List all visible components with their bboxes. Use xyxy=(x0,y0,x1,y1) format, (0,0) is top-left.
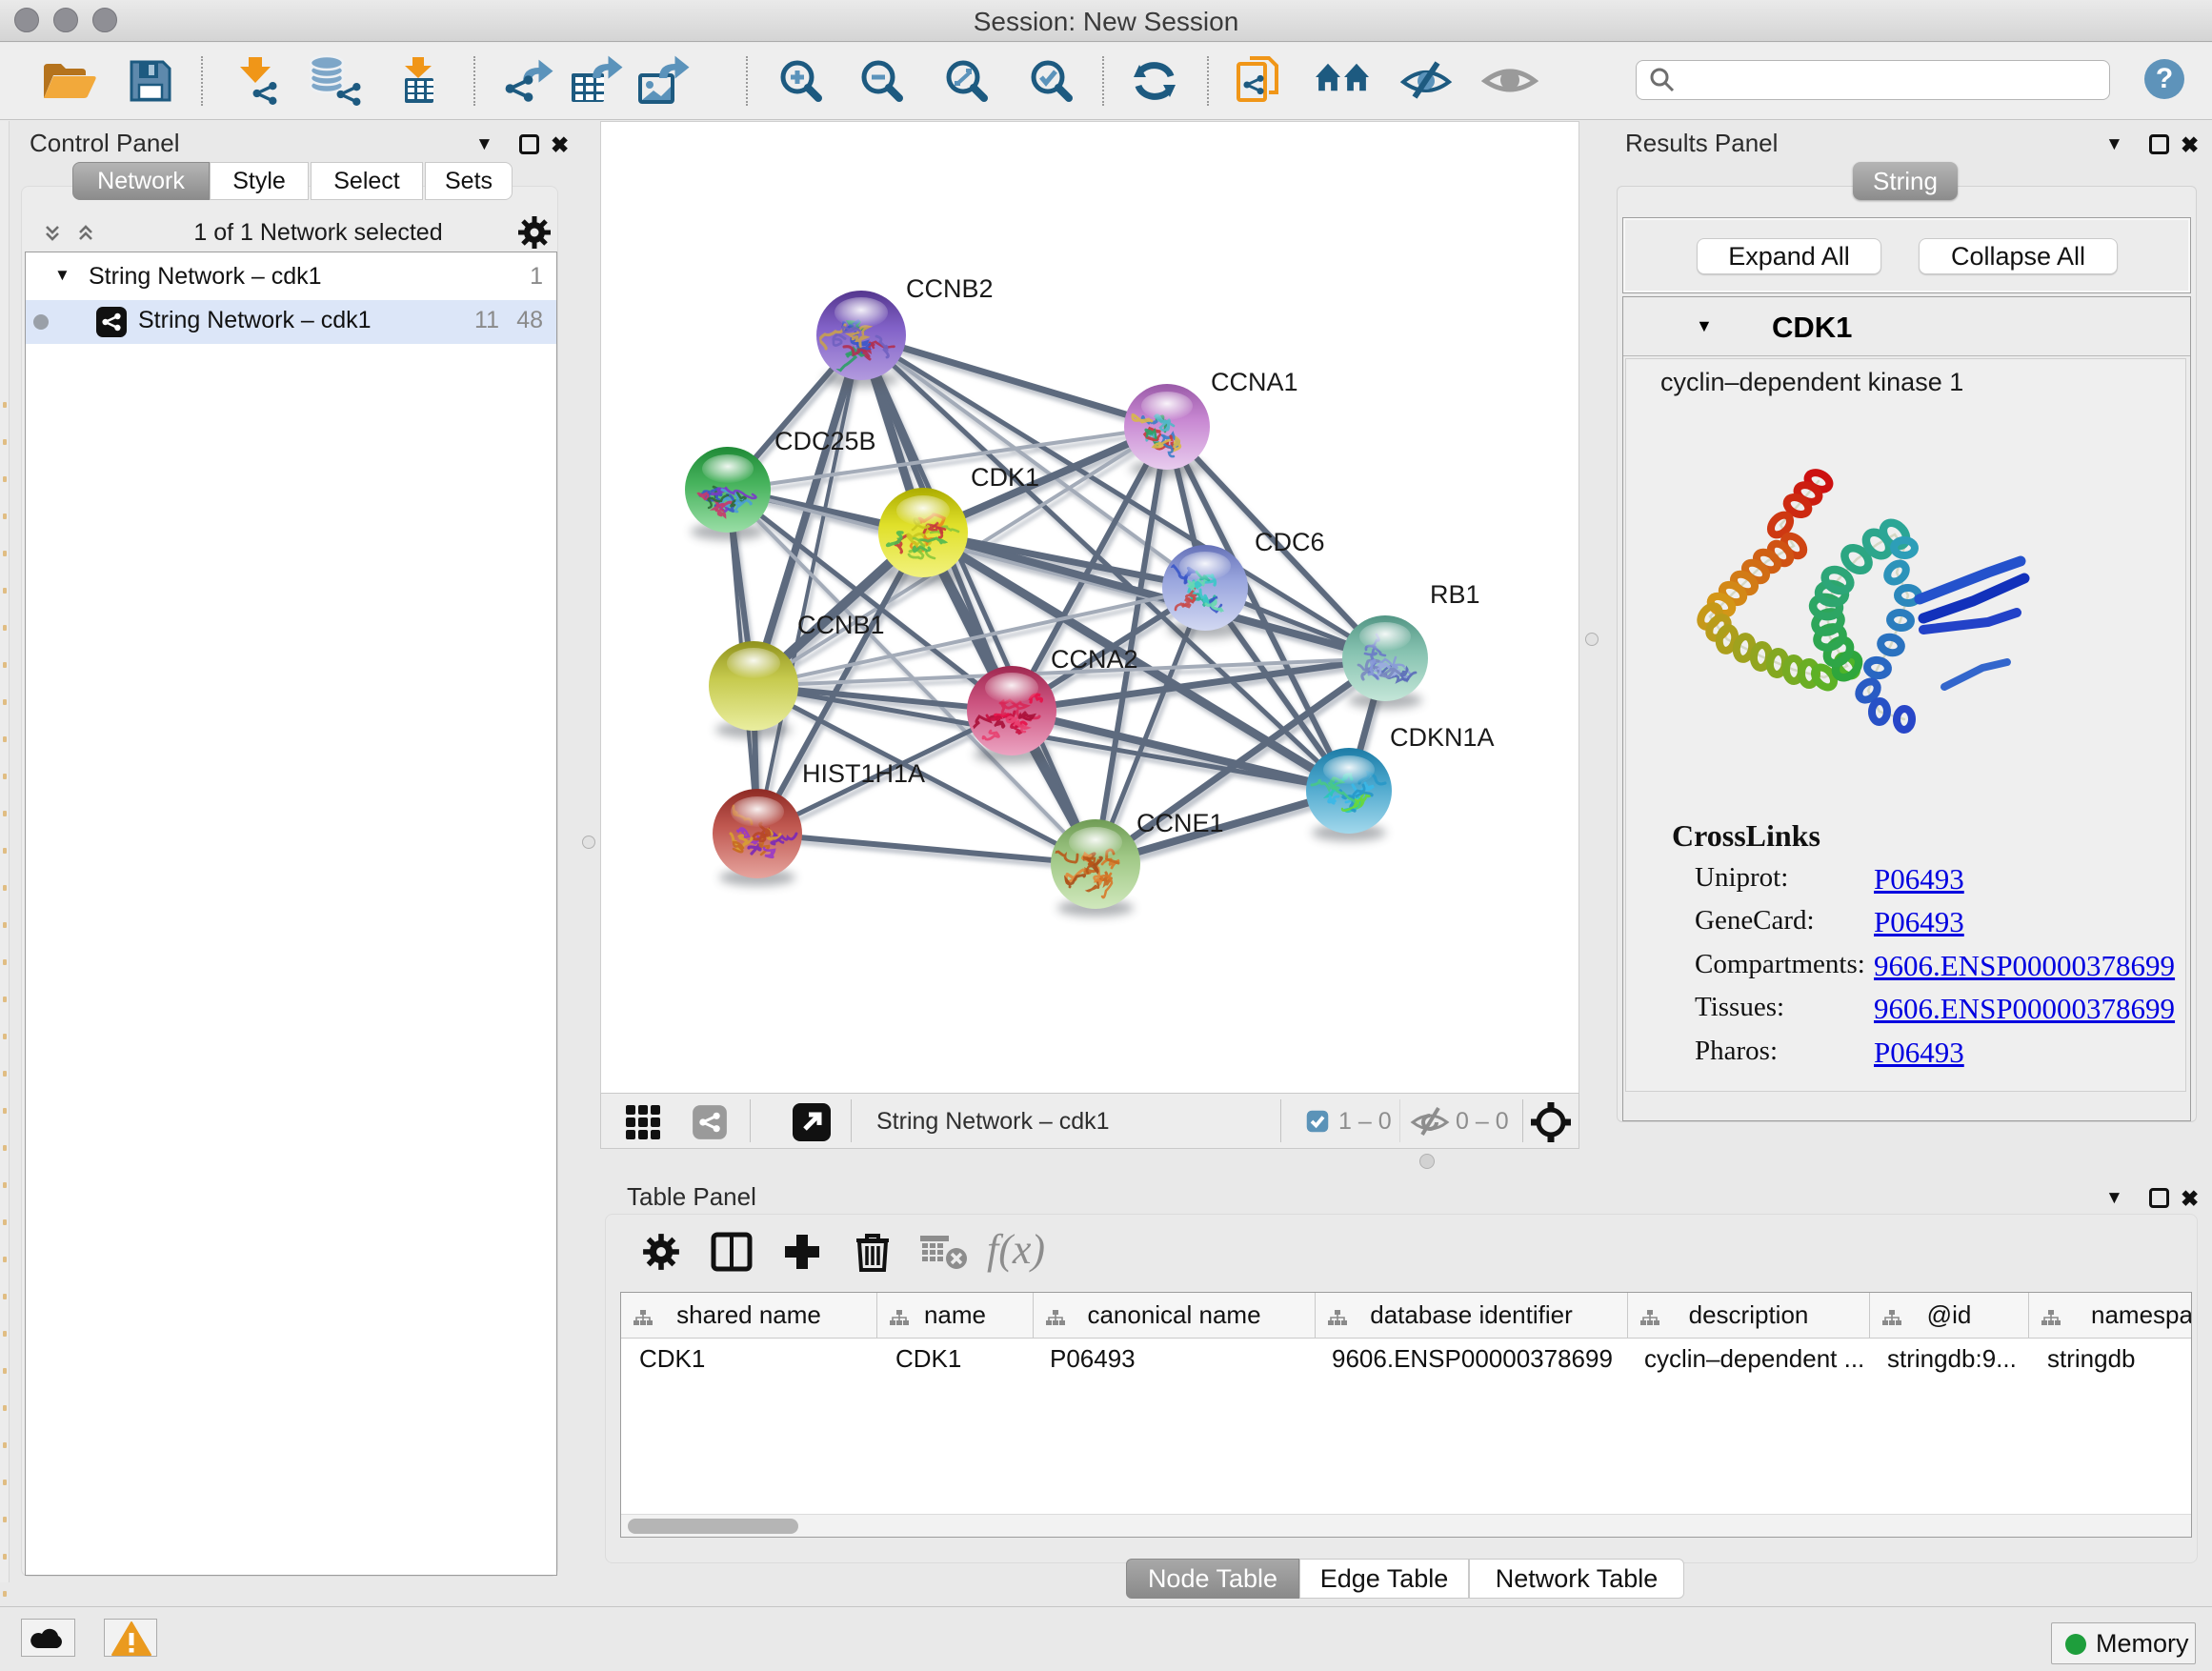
svg-text:CDC6: CDC6 xyxy=(1255,528,1325,556)
svg-text:CCNB2: CCNB2 xyxy=(906,274,994,303)
svg-text:CDC25B: CDC25B xyxy=(774,427,876,455)
svg-text:CCNE1: CCNE1 xyxy=(1136,809,1224,837)
svg-text:CCNB1: CCNB1 xyxy=(797,611,885,639)
svg-text:CCNA2: CCNA2 xyxy=(1051,645,1138,674)
svg-text:?: ? xyxy=(2156,63,2173,94)
svg-text:CDK1: CDK1 xyxy=(971,463,1039,492)
svg-text:HIST1H1A: HIST1H1A xyxy=(802,759,925,788)
svg-text:CCNA1: CCNA1 xyxy=(1211,368,1298,396)
svg-text:RB1: RB1 xyxy=(1430,580,1480,609)
svg-text:CDKN1A: CDKN1A xyxy=(1390,723,1495,752)
